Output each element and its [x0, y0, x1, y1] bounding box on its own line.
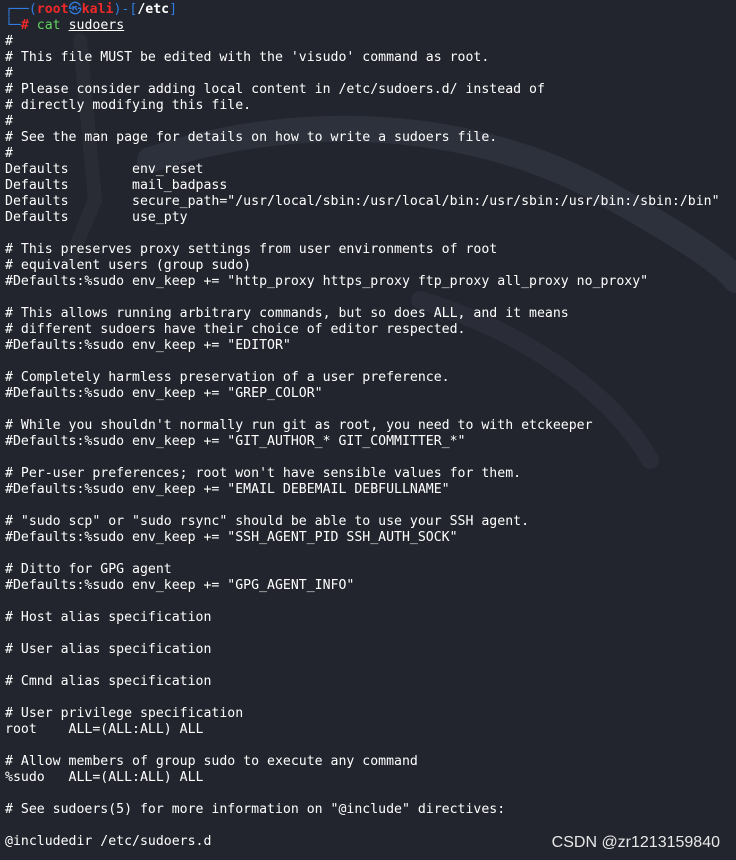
file-line: # User privilege specification [5, 706, 244, 721]
file-line [5, 738, 720, 754]
file-line [5, 450, 720, 466]
file-content: # # This file MUST be edited with the 'vi… [5, 34, 720, 850]
file-line: # This allows running arbitrary commands… [5, 306, 569, 321]
file-line: # Please consider adding local content i… [5, 82, 545, 97]
file-line: # Per-user preferences; root won't have … [5, 466, 522, 481]
file-line: %sudo ALL=(ALL:ALL) ALL [5, 770, 204, 785]
file-line: #Defaults:%sudo env_keep += "GPG_AGENT_I… [5, 578, 355, 593]
prompt-cwd: /etc [137, 2, 170, 17]
file-line: # See the man page for details on how to… [5, 130, 498, 145]
prompt-host: kali [81, 2, 114, 17]
file-line: #Defaults:%sudo env_keep += "http_proxy … [5, 274, 649, 289]
prompt-symbol: # [20, 18, 29, 33]
file-line: # Completely harmless preservation of a … [5, 370, 450, 385]
file-line [5, 594, 720, 610]
file-line: # While you shouldn't normally run git a… [5, 418, 593, 433]
terminal-window[interactable]: ┌──(root㉿kali)-[/etc] └─# cat sudoers # #… [0, 0, 736, 860]
file-line [5, 818, 720, 834]
file-line: #Defaults:%sudo env_keep += "GIT_AUTHOR_… [5, 434, 466, 449]
skull-icon: ㉿ [68, 2, 82, 17]
csdn-watermark: CSDN @zr1213159840 [551, 834, 720, 851]
file-line: #Defaults:%sudo env_keep += "GREP_COLOR" [5, 386, 323, 401]
file-line: Defaults use_pty [5, 210, 188, 225]
prompt-line-2[interactable]: └─# cat sudoers [5, 18, 720, 34]
prompt-box-bottom: └─ [5, 18, 21, 33]
file-line: # [5, 34, 13, 49]
file-line [5, 658, 720, 674]
file-line: # equivalent users (group sudo) [5, 258, 252, 273]
file-line [5, 498, 720, 514]
file-line: # Ditto for GPG agent [5, 562, 172, 577]
file-line: Defaults mail_badpass [5, 178, 228, 193]
file-line: # Allow members of group sudo to execute… [5, 754, 418, 769]
file-line: Defaults env_reset [5, 162, 204, 177]
file-line: # Host alias specification [5, 610, 212, 625]
prompt-line-1: ┌──(root㉿kali)-[/etc] [5, 2, 720, 18]
file-line: root ALL=(ALL:ALL) ALL [5, 722, 204, 737]
file-line: # directly modifying this file. [5, 98, 252, 113]
prompt-separator: )-[ [113, 2, 138, 17]
file-line [5, 546, 720, 562]
file-line: # [5, 146, 13, 161]
file-line [5, 690, 720, 706]
file-line: #Defaults:%sudo env_keep += "EMAIL DEBEM… [5, 482, 450, 497]
terminal-output: ┌──(root㉿kali)-[/etc] └─# cat sudoers # #… [5, 2, 720, 850]
file-line: # User alias specification [5, 642, 212, 657]
command-name: cat [36, 18, 61, 33]
file-line [5, 786, 720, 802]
file-line: # Cmnd alias specification [5, 674, 212, 689]
file-line: #Defaults:%sudo env_keep += "SSH_AGENT_P… [5, 530, 458, 545]
file-line: # "sudo scp" or "sudo rsync" should be a… [5, 514, 530, 529]
file-line: # This file MUST be edited with the 'vis… [5, 50, 490, 65]
prompt-user: root [36, 2, 69, 17]
file-line [5, 290, 720, 306]
file-line: Defaults secure_path="/usr/local/sbin:/u… [5, 194, 720, 209]
file-line [5, 402, 720, 418]
prompt-box-top: ┌──( [5, 2, 37, 17]
file-line: #Defaults:%sudo env_keep += "EDITOR" [5, 338, 291, 353]
file-line [5, 354, 720, 370]
command-argument: sudoers [68, 18, 125, 33]
prompt-bracket-close: ] [169, 2, 178, 17]
file-line: # [5, 66, 13, 81]
file-line: # [5, 114, 13, 129]
file-line [5, 226, 720, 242]
file-line: # This preserves proxy settings from use… [5, 242, 498, 257]
file-line: # See sudoers(5) for more information on… [5, 802, 506, 817]
file-line [5, 626, 720, 642]
file-line: # different sudoers have their choice of… [5, 322, 466, 337]
